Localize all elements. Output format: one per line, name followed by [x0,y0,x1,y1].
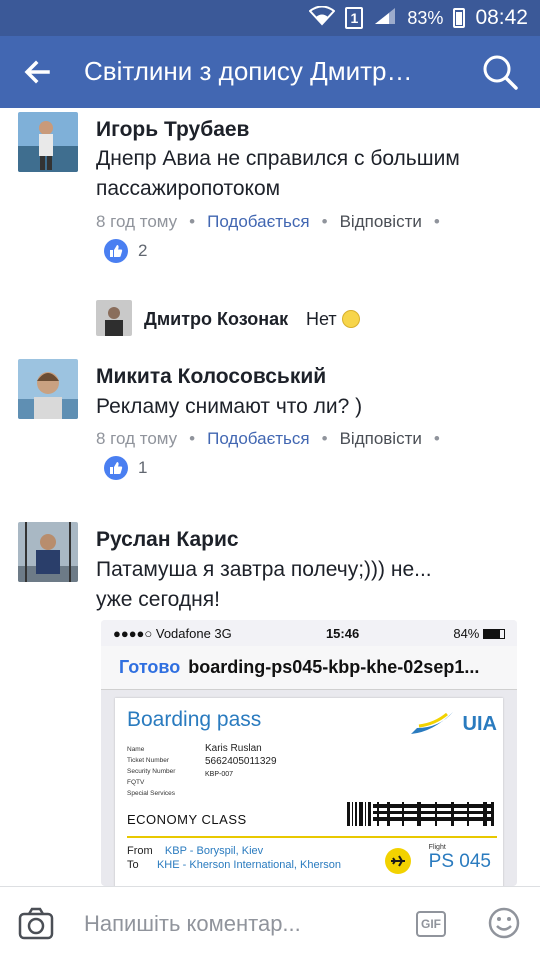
avatar[interactable] [96,300,132,336]
comment-composer: Напишіть коментар... GIF [0,886,540,960]
reply-link[interactable]: Відповісти [340,429,422,449]
to-label: To [127,859,139,871]
comment-text-line: Рекламу снимают что ли? ) [96,395,363,418]
security-number: KBP-007 [205,771,234,778]
reaction-summary[interactable]: 2 [104,239,147,263]
photo-carrier: ●●●●○ Vodafone 3G [113,625,232,641]
attached-photo[interactable]: ●●●●○ Vodafone 3G 15:46 84% Готово board… [101,620,517,886]
status-icons: 1 83% 08:42 [308,0,528,36]
comment-text-line: Днепр Авиа не справился с большим [96,147,460,170]
photo-battery: 84% [453,626,505,641]
reply-text: Нет [306,304,360,334]
clock: 08:42 [475,6,528,29]
gif-button[interactable]: GIF [416,911,446,937]
like-count: 1 [138,458,148,477]
from-label: From [127,845,153,857]
pass-field-labels: Name Ticket Number Security Number FQTV … [127,744,175,799]
battery-icon [453,8,466,28]
search-icon[interactable] [480,52,520,92]
comments-list: Игорь Трубаев Днепр Авиа не справился с … [0,108,540,886]
photo-nav-bar: Готово boarding-ps045-kbp-khe-02sep1... [101,646,517,690]
comment-meta: 8 год тому • Подобається • Відповісти • [96,429,440,449]
pass-label: Name [127,746,145,753]
reply-link[interactable]: Відповісти [340,212,422,232]
wifi-icon [308,5,336,31]
boarding-pass-title: Boarding pass [127,708,262,731]
separator-dot: • [321,429,328,448]
comment-author[interactable]: Руслан Карис [96,528,239,552]
like-link[interactable]: Подобається [207,429,310,449]
flight-label: Flight [428,844,446,851]
avatar[interactable] [18,522,78,582]
thumbs-up-icon [104,456,128,480]
flight-number: PS 045 [428,851,491,872]
photo-status-bar: ●●●●○ Vodafone 3G 15:46 84% [101,620,517,646]
avatar[interactable] [18,359,78,419]
reply-text-content: Нет [306,309,337,329]
battery-percent: 83% [407,7,444,28]
photo-time: 15:46 [325,625,360,641]
comment-text-line: Патамуша я завтра полечу;))) не... [96,558,432,581]
emoji-icon[interactable] [488,907,520,939]
separator-dot: • [321,212,328,231]
comment-meta: 8 год тому • Подобається • Відповісти • [96,212,440,232]
airplane-icon [385,848,411,874]
travel-class: ECONOMY CLASS [127,812,247,827]
ticket-number: 5662405011329 [205,756,277,767]
separator-dot: • [189,429,196,448]
comment-text-line: пассажиропотоком [96,177,281,200]
route: From KBP - Boryspil, Kiev To KHE - Khers… [127,844,341,872]
avatar[interactable] [18,112,78,172]
photo-done-label: Готово [119,657,181,677]
app-bar: Світлини з допису Дмитр… [0,36,540,108]
comment-time: 8 год тому [96,429,178,448]
smiley-icon [341,310,360,328]
photo-filename: boarding-ps045-kbp-khe-02sep1... [188,657,480,677]
signal-icon [373,6,397,31]
pass-divider [127,836,497,838]
comment-time: 8 год тому [96,212,178,231]
page-title: Світлини з допису Дмитр… [84,56,413,86]
destination: KHE - Kherson International, Kherson [156,859,342,871]
pass-field-values: Karis Ruslan 5662405011329 KBP-007 [205,742,277,781]
pass-label: Security Number [127,768,176,775]
passenger-name: Karis Ruslan [205,743,262,754]
comment-author[interactable]: Микита Колосовський [96,365,326,389]
photo-battery-percent: 84% [453,625,480,641]
like-link[interactable]: Подобається [207,212,310,232]
separator-dot: • [433,212,440,231]
barcode [347,802,494,826]
like-count: 2 [138,241,148,260]
reaction-summary[interactable]: 1 [104,456,147,480]
pass-label: FQTV [127,779,145,786]
camera-icon[interactable] [18,907,54,941]
comment-author[interactable]: Игорь Трубаев [96,118,249,142]
airline-logo: UIA [409,710,497,736]
status-bar: 1 83% 08:42 [0,0,540,36]
sim-icon: 1 [345,7,364,29]
airline-name: UIA [462,713,497,735]
reply-author[interactable]: Дмитро Козонак [144,309,288,330]
pass-label: Ticket Number [127,757,170,764]
comment-text-line: уже сегодня! [96,588,220,611]
flight-info: Flight PS 045 [429,844,491,873]
origin: KBP - Boryspil, Kiev [164,845,264,857]
battery-icon [483,628,505,639]
separator-dot: • [189,212,196,231]
back-arrow-icon[interactable] [20,54,56,90]
thumbs-up-icon [104,239,128,263]
boarding-pass: Boarding pass UIA Name Ticket Number Sec… [115,698,503,886]
comment-input[interactable]: Напишіть коментар... [84,911,301,937]
pass-label: Special Services [127,790,176,797]
separator-dot: • [433,429,440,448]
